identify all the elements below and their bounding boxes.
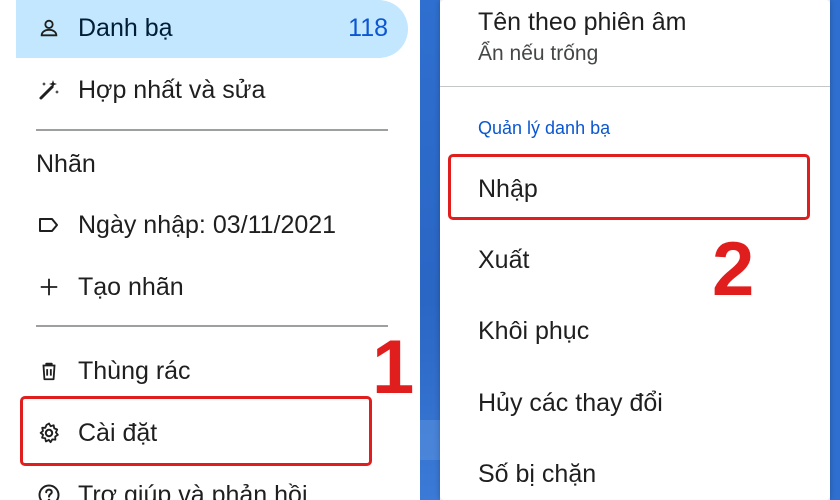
magic-wand-icon <box>36 77 62 103</box>
menu-item-restore[interactable]: Khôi phục <box>478 317 589 346</box>
labels-heading: Nhãn <box>36 150 96 178</box>
nav-item-label: Trợ giúp và phản hồi <box>78 480 308 500</box>
navigation-drawer: Danh bạ 118 Hợp nhất và sửa Nhãn Ngày nh… <box>0 0 420 500</box>
nav-item-merge-fix[interactable]: Hợp nhất và sửa <box>0 66 420 114</box>
nav-item-label: Hợp nhất và sửa <box>78 75 266 104</box>
nav-item-label: Thùng rác <box>78 356 191 385</box>
background-window-edge <box>830 0 840 500</box>
nav-item-trash[interactable]: Thùng rác <box>0 347 420 395</box>
divider <box>440 86 830 87</box>
annotation-step-number: 1 <box>372 325 415 410</box>
divider <box>36 325 388 327</box>
annotation-step-number: 2 <box>712 227 755 312</box>
nav-item-contacts[interactable]: Danh bạ 118 <box>0 4 420 52</box>
menu-item-undo-changes[interactable]: Hủy các thay đổi <box>478 389 663 418</box>
settings-page: Tên theo phiên âm Ẩn nếu trống Quản lý d… <box>440 0 830 500</box>
nav-item-create-label[interactable]: Tạo nhãn <box>0 263 420 311</box>
annotation-highlight-import <box>448 154 810 220</box>
annotation-highlight-settings <box>20 396 372 466</box>
menu-item-export[interactable]: Xuất <box>478 246 529 275</box>
plus-icon <box>36 274 62 300</box>
nav-item-label-import-date[interactable]: Ngày nhập: 03/11/2021 <box>0 201 420 249</box>
menu-item-blocked-numbers[interactable]: Số bị chặn <box>478 460 596 489</box>
help-icon <box>36 482 62 500</box>
nav-item-label: Tạo nhãn <box>78 272 184 301</box>
phonetic-name-setting-title[interactable]: Tên theo phiên âm <box>478 8 686 37</box>
phonetic-name-setting-value: Ẩn nếu trống <box>478 42 599 65</box>
trash-icon <box>36 358 62 384</box>
contacts-count: 118 <box>348 13 388 42</box>
label-icon <box>36 212 62 238</box>
nav-item-label: Danh bạ <box>78 13 173 42</box>
manage-contacts-section-header: Quản lý danh bạ <box>478 118 611 138</box>
person-icon <box>36 15 62 41</box>
divider <box>36 129 388 131</box>
nav-item-help[interactable]: Trợ giúp và phản hồi <box>0 471 420 500</box>
background-window-edge <box>420 0 440 500</box>
nav-item-label: Ngày nhập: 03/11/2021 <box>78 210 337 239</box>
